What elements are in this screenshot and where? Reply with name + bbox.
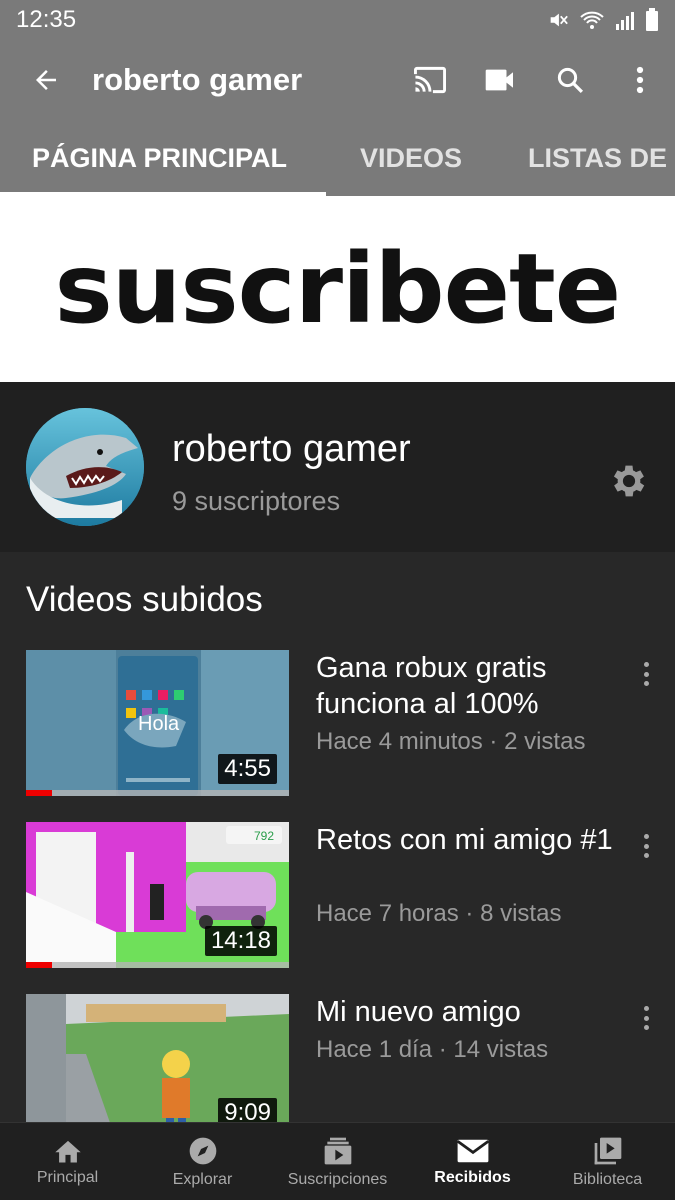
video-title[interactable]: Gana robux gratis funciona al 100% — [316, 650, 621, 722]
search-button[interactable] — [535, 40, 605, 120]
video-thumbnail[interactable]: 9:09 — [26, 994, 289, 1140]
video-meta: Hace 7 horas · 8 vistas — [316, 900, 562, 927]
status-bar: 12:35 — [0, 0, 675, 40]
more-icon — [636, 66, 644, 94]
library-icon — [594, 1137, 621, 1164]
back-arrow-icon — [36, 70, 56, 90]
watch-progress — [26, 962, 289, 968]
video-title[interactable]: Retos con mi amigo #1 — [316, 822, 621, 858]
nav-label: Biblioteca — [572, 1170, 643, 1188]
nav-explore[interactable]: Explorar — [135, 1123, 270, 1200]
cast-icon — [414, 66, 446, 94]
video-menu-button[interactable] — [634, 1004, 658, 1032]
nav-label: Explorar — [172, 1170, 233, 1188]
video-meta: Hace 1 día · 14 vistas — [316, 1036, 549, 1063]
gear-icon — [613, 465, 645, 497]
video-item[interactable]: 792 14:18 Retos con mi amigo #1 Hace 7 h… — [0, 822, 675, 972]
nav-label: Suscripciones — [287, 1170, 388, 1188]
signal-icon — [615, 9, 635, 31]
nav-subscriptions[interactable]: Suscripciones — [270, 1123, 405, 1200]
more-icon — [643, 1006, 649, 1011]
nav-library[interactable]: Biblioteca — [540, 1123, 675, 1200]
channel-tabs: PÁGINA PRINCIPAL VIDEOS LISTAS DE — [0, 120, 675, 196]
tab-videos[interactable]: VIDEOS — [360, 120, 462, 196]
subscriber-count: 9 suscriptores — [172, 486, 341, 516]
tab-home[interactable]: PÁGINA PRINCIPAL — [32, 120, 287, 196]
nav-label: Principal — [36, 1168, 99, 1186]
subscriptions-icon — [324, 1137, 351, 1164]
app-bar: roberto gamer — [0, 40, 675, 120]
channel-title: roberto gamer — [92, 62, 303, 97]
progress-fill — [26, 790, 53, 796]
back-button[interactable] — [0, 40, 92, 120]
video-meta: Hace 4 minutos · 2 vistas — [316, 728, 586, 755]
progress-fill — [26, 962, 53, 968]
nav-home[interactable]: Principal — [0, 1123, 135, 1200]
battery-icon — [645, 8, 659, 32]
compass-icon — [189, 1137, 216, 1164]
wifi-icon — [579, 9, 605, 31]
channel-settings-button[interactable] — [608, 460, 650, 502]
channel-banner: suscribete — [0, 196, 675, 382]
search-icon — [557, 67, 584, 94]
video-duration: 14:18 — [204, 926, 277, 956]
video-menu-button[interactable] — [634, 660, 658, 688]
inbox-icon — [456, 1139, 489, 1162]
cast-button[interactable] — [395, 40, 465, 120]
watch-progress — [26, 790, 289, 796]
status-time: 12:35 — [16, 6, 77, 33]
more-icon — [643, 834, 649, 839]
home-icon — [54, 1140, 81, 1162]
channel-header: roberto gamer 9 suscriptores — [0, 382, 675, 552]
tab-playlists[interactable]: LISTAS DE — [528, 120, 667, 196]
video-item[interactable]: Hola 4:55 Gana robux gratis funciona al … — [0, 650, 675, 800]
video-menu-button[interactable] — [634, 832, 658, 860]
camera-icon — [485, 69, 513, 91]
video-duration: 4:55 — [218, 754, 277, 784]
bottom-navigation: Principal Explorar Suscripciones Recibid… — [0, 1122, 675, 1200]
nav-inbox[interactable]: Recibidos — [405, 1123, 540, 1200]
video-thumbnail[interactable]: 792 14:18 — [26, 822, 289, 968]
channel-name: roberto gamer — [172, 428, 411, 470]
status-icons — [547, 8, 659, 32]
thumbnail-text: 792 — [254, 829, 274, 843]
more-icon — [643, 662, 649, 667]
video-title[interactable]: Mi nuevo amigo — [316, 994, 621, 1030]
mute-icon — [547, 9, 569, 31]
section-title: Videos subidos — [26, 580, 263, 619]
banner-text: suscribete — [54, 233, 622, 345]
upload-video-button[interactable] — [465, 40, 535, 120]
shark-avatar-image — [26, 408, 144, 526]
more-options-button[interactable] — [605, 40, 675, 120]
avatar[interactable] — [26, 408, 144, 526]
thumbnail-text: Hola — [138, 713, 180, 735]
video-thumbnail[interactable]: Hola 4:55 — [26, 650, 289, 796]
nav-label: Recibidos — [434, 1168, 511, 1186]
